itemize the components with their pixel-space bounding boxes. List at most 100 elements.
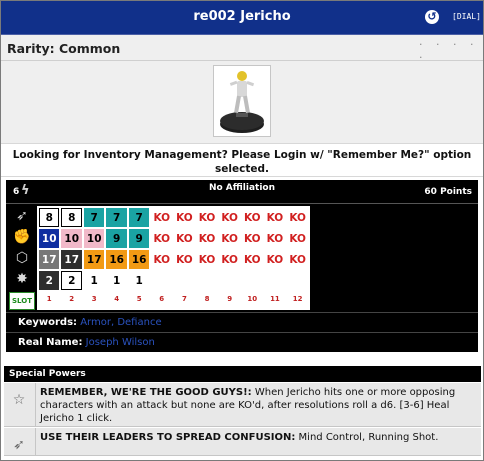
dial-body: ➶ ✊ ⬡ ✸ SLOT 8 8 7 7 7 KO KO KO KO KO KO KO 10 10 10 9 9… — [6, 206, 478, 310]
stat-cell: KO — [196, 250, 218, 269]
stat-cell: KO — [151, 208, 173, 227]
stat-cell — [219, 271, 240, 290]
combat-dial: 6 ϟ No Affiliation 60 Points ➶ ✊ ⬡ ✸ SLO… — [6, 180, 478, 352]
star-icon: ☆ — [12, 392, 26, 408]
stat-cell: KO — [241, 250, 263, 269]
stat-cell: KO — [151, 229, 173, 248]
stat-row: 8 8 7 7 7 KO KO KO KO KO KO KO — [39, 208, 308, 227]
stat-cell: 7 — [83, 208, 105, 227]
click-number[interactable]: 3 — [84, 292, 104, 306]
stat-icons: ➶ ✊ ⬡ ✸ — [10, 206, 34, 290]
stat-cell: 2 — [61, 271, 82, 290]
click-number[interactable]: 9 — [219, 292, 240, 306]
stat-row: 17 17 17 16 16 KO KO KO KO KO KO KO — [39, 250, 308, 269]
stat-cell: KO — [241, 229, 263, 248]
stat-cell: 7 — [106, 208, 127, 227]
rarity-row: Rarity: Common · · · · · — [1, 35, 483, 64]
click-number[interactable]: 7 — [174, 292, 195, 306]
click-number[interactable]: 1 — [39, 292, 59, 306]
figure-image[interactable] — [213, 65, 271, 137]
stat-cell: KO — [264, 250, 286, 269]
stat-cell: 10 — [61, 229, 82, 248]
click-number[interactable]: 2 — [61, 292, 81, 306]
stat-cell: 16 — [106, 250, 127, 269]
damage-starburst-icon: ✸ — [16, 271, 28, 287]
stat-cell — [151, 271, 173, 290]
keyword-defiance[interactable]: Defiance — [117, 317, 161, 328]
power-text: USE THEIR LEADERS TO SPREAD CONFUSION: M… — [40, 431, 477, 444]
stat-cell: 9 — [128, 229, 150, 248]
stat-cell: 7 — [128, 208, 150, 227]
click-number[interactable]: 6 — [151, 292, 172, 306]
power-text: REMEMBER, WE'RE THE GOOD GUYS!: When Jer… — [40, 386, 477, 425]
stat-cell — [174, 271, 195, 290]
dial-link[interactable]: [DIAL] — [452, 12, 481, 21]
special-power-item: ➶ USE THEIR LEADERS TO SPREAD CONFUSION:… — [4, 428, 481, 456]
figure-image-area — [1, 61, 483, 143]
stat-grid: 8 8 7 7 7 KO KO KO KO KO KO KO 10 10 10 9 9 KO KO KO KO KO KO K… — [37, 206, 310, 310]
stat-cell: KO — [174, 229, 195, 248]
real-name-link[interactable]: Joseph Wilson — [86, 337, 155, 348]
stat-cell: 17 — [83, 250, 105, 269]
login-message-line2: selected. — [215, 163, 269, 175]
keywords-row: Keywords: Armor, Defiance — [6, 312, 478, 332]
stat-cell: KO — [219, 250, 240, 269]
stat-cell: 1 — [83, 271, 105, 290]
power-description: Mind Control, Running Shot. — [298, 432, 439, 443]
stat-cell — [264, 271, 286, 290]
rotate-icon[interactable]: ↺ — [425, 10, 439, 24]
stat-row: 22111 — [39, 271, 308, 290]
defense-shield-icon: ⬡ — [15, 250, 29, 266]
stat-cell — [196, 271, 218, 290]
stat-cell: 1 — [128, 271, 150, 290]
stat-cell: KO — [174, 250, 195, 269]
click-number[interactable]: 10 — [242, 292, 263, 306]
power-divider — [35, 383, 36, 426]
stat-cell: 17 — [39, 250, 60, 269]
click-number[interactable]: 4 — [106, 292, 126, 306]
stat-cell: KO — [196, 208, 218, 227]
stat-cell: 9 — [106, 229, 127, 248]
wing-icon: ➶ — [13, 437, 25, 453]
title-bar: re002 Jericho ↺ [DIAL] — [1, 1, 483, 35]
stat-cell: KO — [264, 208, 286, 227]
attack-fist-icon: ✊ — [13, 229, 31, 245]
power-name: REMEMBER, WE'RE THE GOOD GUYS!: — [40, 387, 252, 398]
stat-cell: 10 — [39, 229, 60, 248]
stat-cell: KO — [219, 208, 240, 227]
click-number[interactable]: 5 — [129, 292, 149, 306]
stat-cell — [241, 271, 263, 290]
stat-cell: KO — [241, 208, 263, 227]
card-title: re002 Jericho — [193, 9, 291, 24]
real-name-label: Real Name: — [18, 337, 83, 348]
real-name-row: Real Name: Joseph Wilson — [6, 332, 478, 352]
stat-cell: 16 — [128, 250, 150, 269]
login-message: Looking for Inventory Management? Please… — [1, 143, 483, 177]
stat-cell: KO — [219, 229, 240, 248]
character-card: re002 Jericho ↺ [DIAL] Rarity: Common · … — [0, 0, 484, 461]
click-number[interactable]: 8 — [197, 292, 218, 306]
affiliation: No Affiliation — [208, 183, 276, 193]
stat-cell: KO — [287, 208, 308, 227]
stat-table: 8 8 7 7 7 KO KO KO KO KO KO KO 10 10 10 9 9 KO KO KO KO KO KO K… — [37, 206, 310, 308]
stat-cell: KO — [174, 208, 195, 227]
rarity-label: Rarity: Common — [7, 41, 121, 56]
slot-label: SLOT — [9, 292, 35, 310]
stat-cell: KO — [287, 229, 308, 248]
stat-cell: 10 — [83, 229, 105, 248]
click-number[interactable]: 12 — [287, 292, 308, 306]
stat-cell: 17 — [61, 250, 82, 269]
click-number-row: 1 2 3 4 5 6 7 8 9 10 11 12 — [39, 292, 308, 306]
power-name: USE THEIR LEADERS TO SPREAD CONFUSION: — [40, 432, 296, 443]
stat-cell — [287, 271, 308, 290]
special-powers-header: Special Powers — [4, 366, 481, 382]
dial-header: 6 ϟ No Affiliation 60 Points — [6, 180, 478, 204]
special-power-item: ☆ REMEMBER, WE'RE THE GOOD GUYS!: When J… — [4, 383, 481, 427]
keyword-armor[interactable]: Armor — [80, 317, 111, 328]
stat-cell: 1 — [106, 271, 127, 290]
stat-cell: KO — [151, 250, 173, 269]
keywords-label: Keywords: — [18, 317, 78, 328]
stat-cell: KO — [264, 229, 286, 248]
click-number[interactable]: 11 — [265, 292, 286, 306]
stat-cell: KO — [287, 250, 308, 269]
